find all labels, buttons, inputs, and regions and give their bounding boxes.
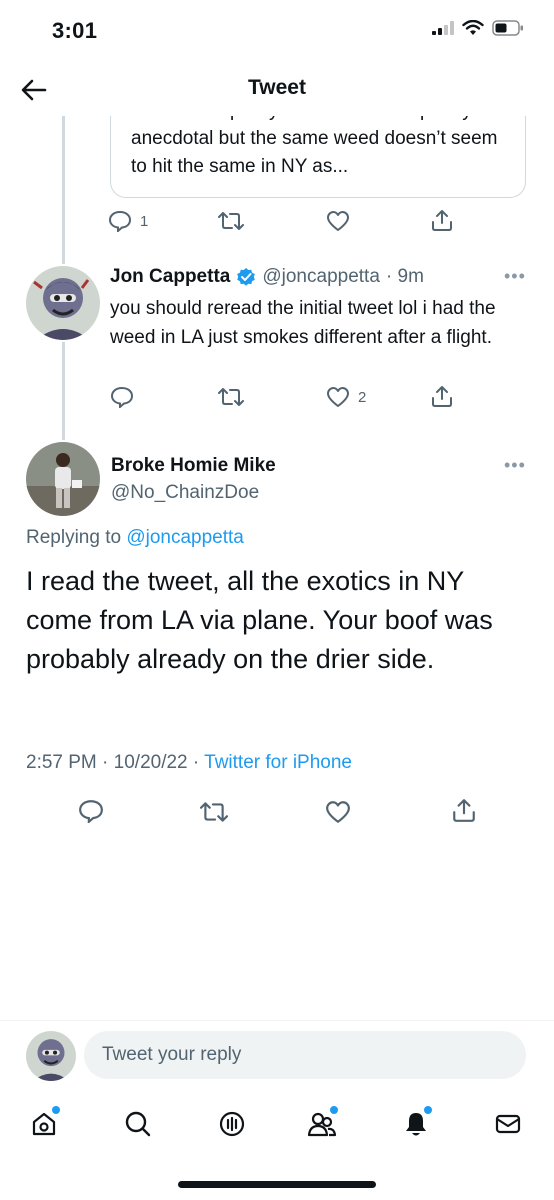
bottom-tab-bar	[0, 1096, 554, 1156]
more-dots-icon[interactable]: •••	[504, 266, 526, 287]
reply-action[interactable]	[78, 799, 104, 823]
replying-to: Replying to @joncappetta	[26, 527, 244, 549]
tweet-meta: 2:57 PM · 10/20/22 · Twitter for iPhone	[26, 752, 352, 774]
retweet-icon	[218, 388, 244, 406]
reply-count: 1	[140, 212, 149, 230]
reply-composer	[0, 1020, 554, 1092]
share-icon	[432, 386, 452, 407]
retweet-action[interactable]	[218, 210, 244, 232]
replying-prefix: Replying to	[26, 527, 122, 548]
tab-messages[interactable]	[488, 1104, 528, 1144]
retweet-icon	[200, 802, 228, 822]
reply-header: Jon Cappetta @joncappetta · 9m	[110, 266, 424, 288]
home-indicator	[178, 1181, 376, 1188]
retweet-action[interactable]	[218, 386, 244, 408]
thread-line	[62, 342, 65, 440]
more-dots-icon[interactable]: •••	[504, 455, 526, 476]
tab-spaces[interactable]	[212, 1104, 252, 1144]
share-action[interactable]	[451, 797, 477, 823]
tweet-time: · 9m	[385, 266, 424, 287]
speech-bubble-icon	[79, 800, 103, 823]
like-count: 2	[358, 388, 367, 406]
author-handle[interactable]: @No_ChainzDoe	[111, 482, 259, 504]
tab-notifications[interactable]	[396, 1104, 436, 1144]
like-action[interactable]	[326, 210, 350, 232]
heart-icon	[326, 801, 350, 823]
notification-dot	[424, 1106, 432, 1114]
heart-icon	[327, 211, 349, 231]
notification-dot	[330, 1106, 338, 1114]
tweet-date: · 10/20/22 ·	[102, 752, 200, 773]
spaces-icon	[219, 1111, 245, 1137]
reply-action[interactable]: 1	[108, 210, 148, 232]
status-icons	[432, 20, 524, 36]
tab-communities[interactable]	[302, 1104, 342, 1144]
speech-bubble-icon	[110, 386, 134, 408]
retweet-icon	[218, 212, 244, 230]
share-action[interactable]	[430, 208, 454, 232]
author-name[interactable]: Jon Cappetta	[110, 266, 230, 288]
tweet-timestamp: 2:57 PM	[26, 752, 97, 773]
speech-bubble-icon	[108, 210, 132, 232]
mention-link[interactable]: @joncappetta	[126, 527, 244, 548]
share-action[interactable]	[430, 384, 454, 408]
page-title: Tweet	[248, 76, 306, 99]
signal-icon	[432, 21, 454, 35]
thread-line	[62, 116, 65, 264]
like-action[interactable]	[325, 800, 351, 824]
avatar[interactable]	[26, 266, 100, 340]
retweet-action[interactable]	[200, 800, 228, 824]
tab-search[interactable]	[118, 1104, 158, 1144]
share-icon	[453, 799, 475, 822]
wifi-icon	[462, 20, 484, 35]
tab-home[interactable]	[24, 1104, 64, 1144]
battery-icon	[492, 20, 523, 36]
notifications-icon	[406, 1113, 426, 1136]
author-handle[interactable]: @joncappetta	[262, 266, 380, 288]
reply-tweet-text: you should reread the initial tweet lol …	[110, 298, 496, 348]
avatar[interactable]	[26, 442, 100, 516]
status-bar: 3:01	[0, 0, 554, 62]
heart-icon	[327, 387, 349, 407]
verified-badge-icon	[237, 268, 256, 286]
reply-input[interactable]	[84, 1031, 526, 1079]
like-action[interactable]: 2	[326, 386, 366, 408]
share-icon	[432, 210, 452, 231]
tweet-source-link[interactable]: Twitter for iPhone	[204, 752, 352, 773]
reply-action[interactable]	[110, 386, 134, 408]
top-nav-header: Tweet	[0, 62, 554, 116]
communities-icon	[307, 1112, 337, 1137]
avatar[interactable]	[26, 1031, 76, 1081]
main-tweet-text: I read the tweet, all the exotics in NY …	[26, 566, 493, 674]
status-time: 3:01	[52, 18, 98, 43]
search-icon	[125, 1111, 151, 1137]
home-icon	[32, 1112, 56, 1136]
author-name[interactable]: Broke Homie Mike	[111, 455, 276, 477]
messages-icon	[495, 1114, 521, 1134]
notification-dot	[52, 1106, 60, 1114]
